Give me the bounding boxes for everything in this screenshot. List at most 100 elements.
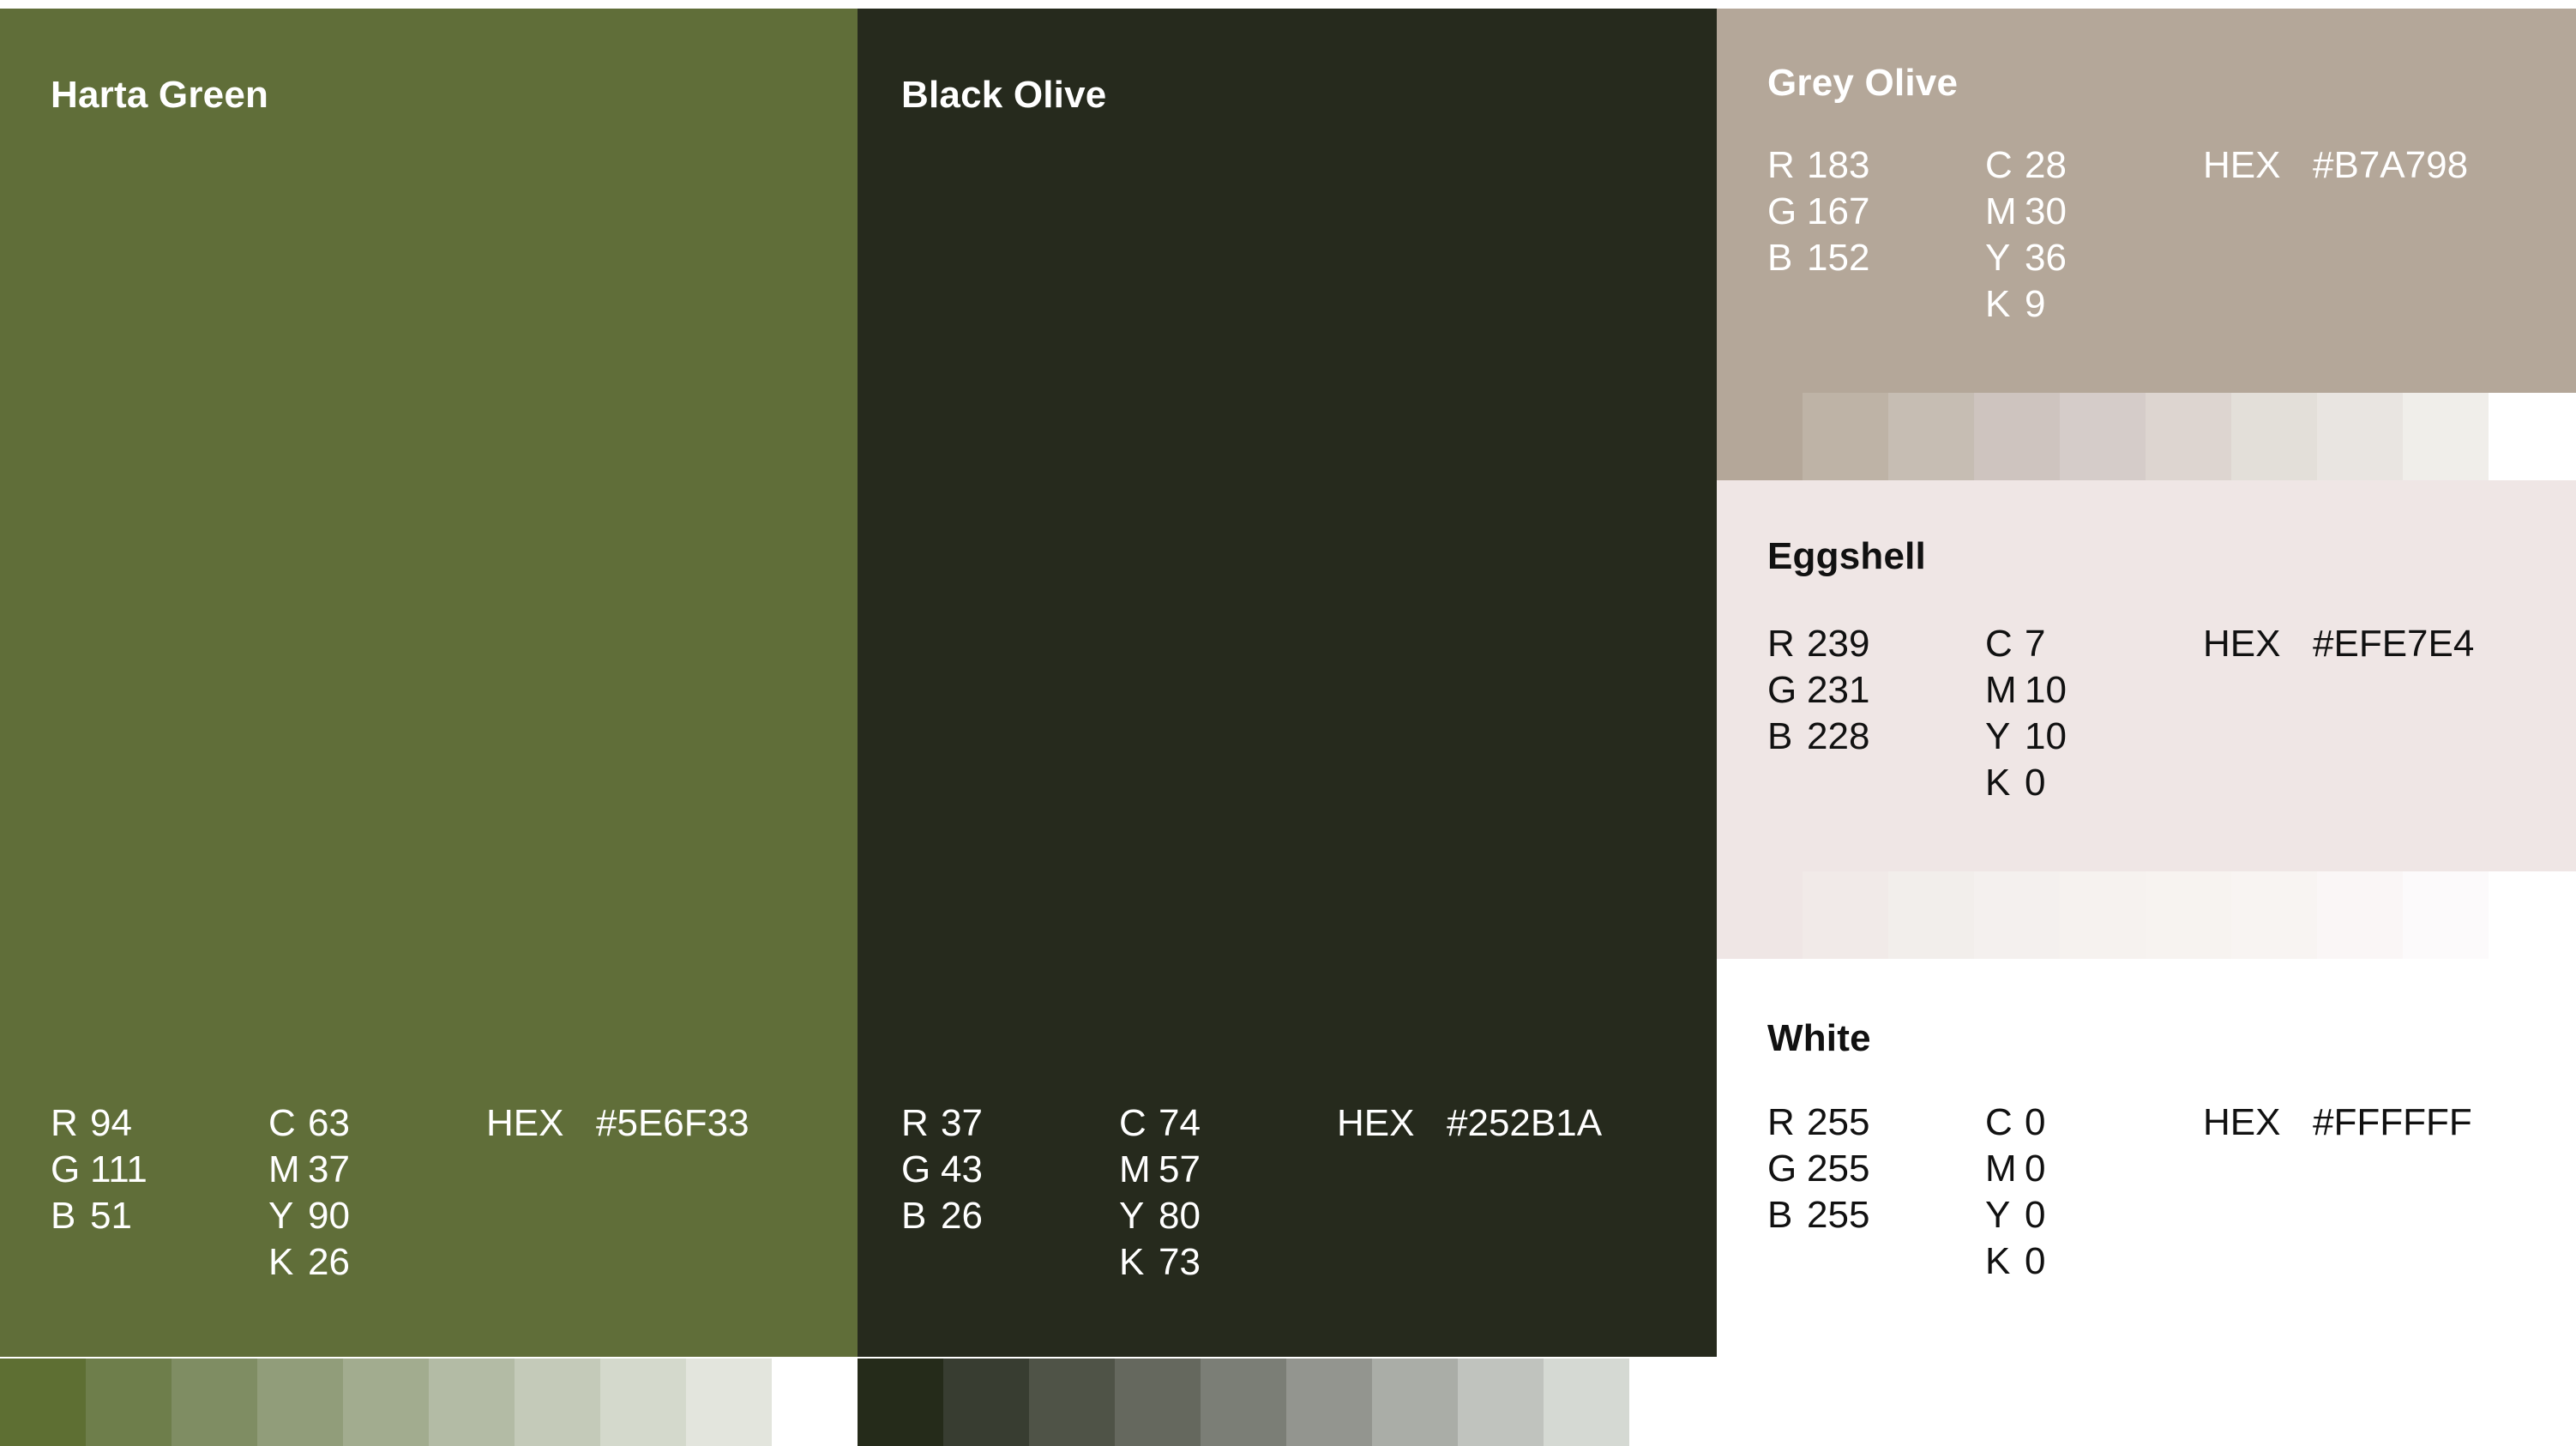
tint-swatch (1974, 871, 2060, 959)
rgb-values: R 183 G 167 B 152 (1767, 142, 1985, 328)
tint-swatch (2403, 871, 2489, 959)
tint-swatch (858, 1359, 943, 1446)
cmyk-row-m: M 37 (268, 1148, 350, 1190)
swatch-name: Grey Olive (1767, 62, 1959, 104)
tint-swatch (86, 1359, 172, 1446)
rgb-values: R 239 G 231 B 228 (1767, 621, 1985, 806)
tint-swatch (1888, 871, 1974, 959)
tint-swatch (429, 1359, 515, 1446)
rgb-row-b: B 255 (1767, 1194, 1870, 1236)
tint-strip (1717, 393, 2489, 480)
hex-value: HEX #EFE7E4 (2203, 623, 2475, 665)
cmyk-row-k: K 73 (1119, 1241, 1201, 1283)
hex-value: HEX #252B1A (1337, 1102, 1603, 1144)
rgb-row-r: R 255 (1767, 1101, 1870, 1143)
cmyk-row-y: Y 80 (1119, 1195, 1201, 1237)
cmyk-row-m: M 57 (1119, 1148, 1201, 1190)
tint-swatch (1717, 871, 1803, 959)
cmyk-row-k: K0 (1985, 1240, 2046, 1282)
rgb-row-g: G 255 (1767, 1148, 1870, 1190)
rgb-row-b: B 26 (901, 1195, 983, 1237)
tint-strip (0, 1359, 772, 1446)
swatch-name: Black Olive (901, 74, 1107, 116)
tint-strip (1717, 871, 2489, 959)
cmyk-row-c: C 74 (1119, 1102, 1201, 1144)
cmyk-values: C7 M 10 Y 10 K0 (1985, 621, 2203, 806)
cmyk-row-y: Y 10 (1985, 715, 2067, 757)
tint-swatch (1803, 871, 1888, 959)
rgb-row-r: R 37 (901, 1102, 983, 1144)
tint-swatch (2146, 393, 2231, 480)
rgb-row-g: G 111 (51, 1148, 147, 1190)
color-values: R 94 G 111 B 51 C 63 M 37 Y 90 K 26 HEX #5E6F33 (51, 1100, 749, 1286)
rgb-row-r: R 183 (1767, 144, 1870, 186)
hex-value: HEX #FFFFFF (2203, 1101, 2472, 1143)
color-values: R 255 G 255 B 255 C0 M0 Y0 K0 HEX #FFFFFF (1767, 1100, 2472, 1285)
swatch-name: Harta Green (51, 74, 269, 116)
tint-swatch (2231, 393, 2317, 480)
hex-value: HEX #B7A798 (2203, 144, 2469, 186)
cmyk-row-c: C0 (1985, 1101, 2046, 1143)
rgb-row-b: B 51 (51, 1195, 132, 1237)
color-values: R 239 G 231 B 228 C7 M 10 Y 10 K0 HEX #EFE7E4 (1767, 621, 2474, 806)
tint-swatch (1115, 1359, 1201, 1446)
rgb-row-b: B 228 (1767, 715, 1870, 757)
tint-swatch (2317, 871, 2403, 959)
rgb-row-b: B 152 (1767, 237, 1870, 279)
cmyk-row-y: Y0 (1985, 1194, 2046, 1236)
rgb-row-g: G 167 (1767, 190, 1870, 232)
tint-swatch (1029, 1359, 1115, 1446)
tint-swatch (257, 1359, 343, 1446)
rgb-row-r: R 239 (1767, 623, 1870, 665)
cmyk-row-k: K0 (1985, 762, 2046, 804)
tint-swatch (600, 1359, 686, 1446)
tint-swatch (1974, 393, 2060, 480)
cmyk-row-y: Y 90 (268, 1195, 350, 1237)
tint-swatch (2146, 871, 2231, 959)
tint-swatch (1803, 393, 1888, 480)
tint-swatch (1717, 393, 1803, 480)
rgb-row-r: R 94 (51, 1102, 132, 1144)
color-values: R 183 G 167 B 152 C 28 M 30 Y 36 K9 HEX #B7A798 (1767, 142, 2468, 328)
rgb-values: R 255 G 255 B 255 (1767, 1100, 1985, 1285)
cmyk-row-m: M0 (1985, 1148, 2046, 1190)
rgb-row-g: G 231 (1767, 669, 1870, 711)
cmyk-values: C0 M0 Y0 K0 (1985, 1100, 2203, 1285)
tint-swatch (1458, 1359, 1544, 1446)
tint-swatch (1888, 393, 1974, 480)
rgb-row-g: G 43 (901, 1148, 983, 1190)
cmyk-row-m: M 30 (1985, 190, 2067, 232)
rgb-values: R 37 G 43 B 26 (901, 1100, 1119, 1286)
swatch-name: Eggshell (1767, 535, 1926, 577)
tint-swatch (2231, 871, 2317, 959)
cmyk-row-c: C 63 (268, 1102, 350, 1144)
rgb-values: R 94 G 111 B 51 (51, 1100, 268, 1286)
tint-swatch (2060, 871, 2146, 959)
tint-swatch (686, 1359, 772, 1446)
color-values: R 37 G 43 B 26 C 74 M 57 Y 80 K 73 HEX #252B1A (901, 1100, 1602, 1286)
tint-swatch (1544, 1359, 1629, 1446)
tint-swatch (1286, 1359, 1372, 1446)
cmyk-row-c: C 28 (1985, 144, 2067, 186)
tint-swatch (1372, 1359, 1458, 1446)
cmyk-values: C 28 M 30 Y 36 K9 (1985, 142, 2203, 328)
tint-swatch (172, 1359, 257, 1446)
swatch-name: White (1767, 1017, 1871, 1059)
cmyk-row-k: K9 (1985, 283, 2046, 325)
tint-swatch (2403, 393, 2489, 480)
hex-value: HEX #5E6F33 (486, 1102, 749, 1144)
tint-swatch (515, 1359, 600, 1446)
cmyk-row-c: C7 (1985, 623, 2046, 665)
cmyk-row-k: K 26 (268, 1241, 350, 1283)
tint-swatch (0, 1359, 86, 1446)
cmyk-row-y: Y 36 (1985, 237, 2067, 279)
cmyk-row-m: M 10 (1985, 669, 2067, 711)
cmyk-values: C 74 M 57 Y 80 K 73 (1119, 1100, 1337, 1286)
tint-swatch (2060, 393, 2146, 480)
cmyk-values: C 63 M 37 Y 90 K 26 (268, 1100, 486, 1286)
tint-swatch (943, 1359, 1029, 1446)
tint-swatch (343, 1359, 429, 1446)
tint-swatch (1201, 1359, 1286, 1446)
tint-strip (858, 1359, 1629, 1446)
tint-swatch (2317, 393, 2403, 480)
